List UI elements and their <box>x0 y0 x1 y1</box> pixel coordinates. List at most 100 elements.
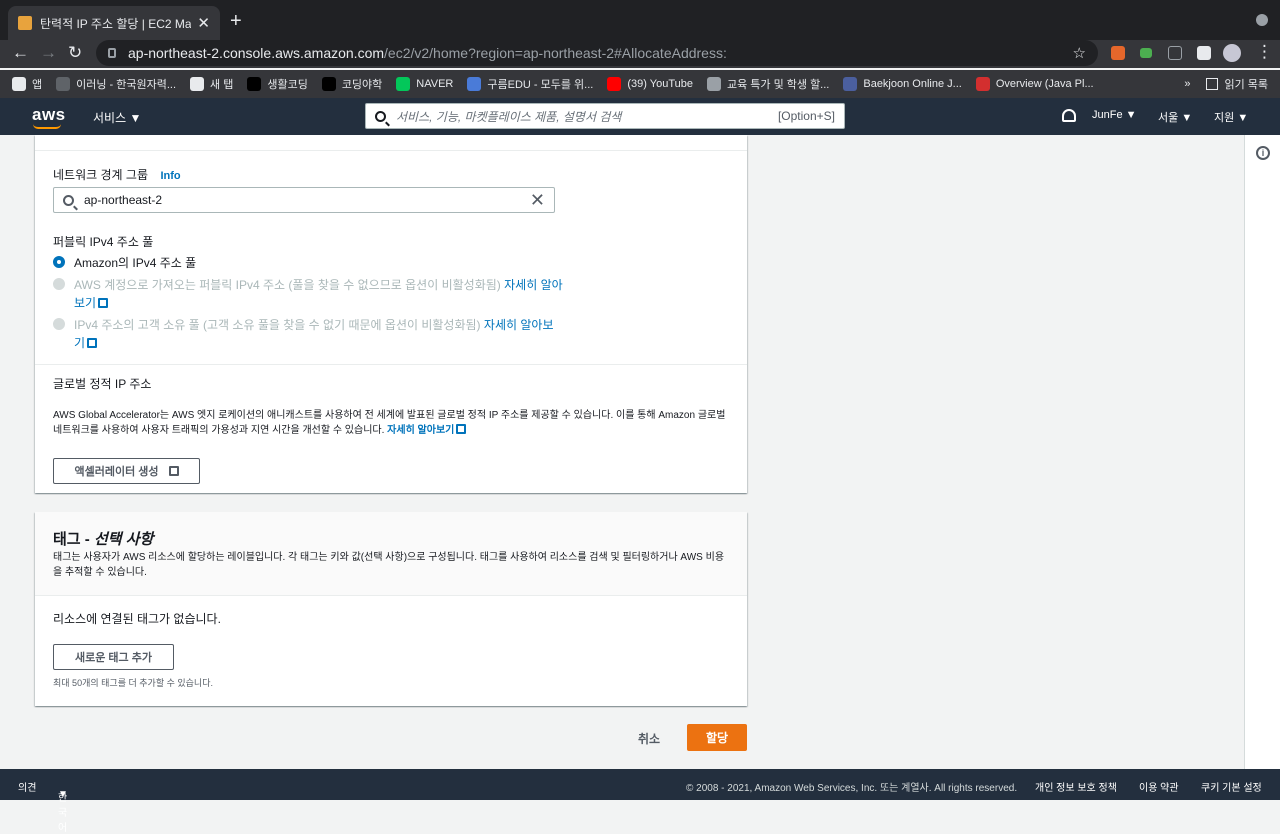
radio-label: Amazon의 IPv4 주소 풀 <box>74 256 197 270</box>
back-icon[interactable]: ← <box>12 43 29 63</box>
bookmark-label: (39) YouTube <box>627 78 693 90</box>
radio-text: IPv4 주소의 고객 소유 풀 (고객 소유 풀을 찾을 수 없기 때문에 옵… <box>74 318 481 332</box>
reading-list-link[interactable]: 읽기 목록 <box>1224 76 1268 92</box>
bookmark-item[interactable]: 코딩야학 <box>321 76 382 92</box>
tags-title-text: 태그 - <box>53 531 94 548</box>
bookmark-favicon-icon <box>12 77 26 91</box>
bookmark-item[interactable]: NAVER <box>396 77 453 91</box>
tab-search-icon[interactable] <box>1256 14 1268 26</box>
bookmark-item[interactable]: Overview (Java Pl... <box>975 77 1094 91</box>
bookmark-item[interactable]: 이러닝 - 한국원자력... <box>56 76 176 92</box>
tags-panel: 태그 - 선택 사항 태그는 사용자가 AWS 리소스에 할당하는 레이블입니다… <box>35 512 747 706</box>
cancel-button[interactable]: 취소 <box>638 730 660 747</box>
aws-top-nav: aws 서비스 ▼ 서비스, 기능, 마켓플레이스 제품, 설명서 검색 [Op… <box>0 98 1280 135</box>
reading-list-icon <box>1206 78 1219 90</box>
ipv4-pool-label: 퍼블릭 IPv4 주소 풀 <box>53 235 154 249</box>
radio-label: AWS 계정으로 가져오는 퍼블릭 IPv4 주소 (풀을 찾을 수 없으므로 … <box>74 276 564 312</box>
console-footer: 의견 한국어 ▼ © 2008 - 2021, Amazon Web Servi… <box>0 769 1280 834</box>
bookmark-favicon-icon <box>321 77 336 91</box>
no-tags-message: 리소스에 연결된 태그가 없습니다. <box>53 612 221 626</box>
browser-menu-icon[interactable]: ⋮ <box>1256 42 1273 62</box>
new-tab-icon[interactable]: + <box>230 10 242 32</box>
divider <box>35 595 747 596</box>
border-group-input[interactable]: ap-northeast-2 ✕ <box>53 187 555 213</box>
radio-text: AWS 계정으로 가져오는 퍼블릭 IPv4 주소 (풀을 찾을 수 없으므로 … <box>74 278 501 292</box>
clear-icon[interactable]: ✕ <box>530 191 545 209</box>
bookmark-favicon-icon <box>190 77 205 91</box>
feedback-link[interactable]: 의견 <box>18 779 36 794</box>
bookmark-label: 새 탭 <box>210 79 234 91</box>
support-menu[interactable]: 지원 ▼ <box>1214 109 1248 125</box>
profile-avatar[interactable] <box>1223 44 1241 62</box>
allocate-button[interactable]: 할당 <box>687 724 747 751</box>
divider <box>35 150 747 151</box>
tags-title-optional: 선택 사항 <box>93 531 154 548</box>
aws-logo-smile <box>33 124 61 129</box>
caret-down-icon: ▼ <box>129 111 142 125</box>
console-search[interactable]: 서비스, 기능, 마켓플레이스 제품, 설명서 검색 [Option+S] <box>365 103 845 129</box>
bookmark-item[interactable]: 앱 <box>12 76 42 92</box>
bookmark-favicon-icon <box>247 77 262 91</box>
external-link-icon <box>168 466 179 476</box>
aws-logo[interactable]: aws <box>32 105 66 125</box>
radio-disabled-icon <box>53 318 65 330</box>
region-menu[interactable]: 서울 ▼ <box>1158 109 1192 125</box>
cookie-preferences-link[interactable]: 쿠키 기본 설정 <box>1201 779 1262 794</box>
button-label: 할당 <box>705 731 729 745</box>
bookmark-favicon-icon <box>843 77 858 91</box>
network-settings-panel: 네트워크 경계 그룹 Info ap-northeast-2 ✕ 퍼블릭 IPv… <box>35 135 747 493</box>
bookmark-item[interactable]: Baekjoon Online J... <box>843 77 962 91</box>
search-icon <box>63 194 74 206</box>
bookmark-item[interactable]: 생활코딩 <box>247 76 308 92</box>
bookmark-label: NAVER <box>416 78 454 90</box>
global-accelerator-description: AWS Global Accelerator는 AWS 엣지 로케이션의 애니캐… <box>53 408 733 438</box>
info-link[interactable]: Info <box>160 170 180 182</box>
account-menu[interactable]: JunFe ▼ <box>1092 109 1137 121</box>
add-tag-button[interactable]: 새로운 태그 추가 <box>53 644 174 670</box>
forward-icon[interactable]: → <box>40 43 57 63</box>
services-menu[interactable]: 서비스 ▼ <box>93 109 141 126</box>
support-label: 지원 <box>1214 112 1235 124</box>
url-path: /ec2/v2/home?region=ap-northeast-2#Alloc… <box>384 45 727 61</box>
create-accelerator-button[interactable]: 액셀러레이터 생성 <box>53 458 200 484</box>
extension-icon[interactable] <box>1140 48 1152 58</box>
bookmark-favicon-icon <box>975 77 990 91</box>
url-host: ap-northeast-2.console.aws.amazon.com <box>128 45 385 61</box>
address-bar[interactable]: ap-northeast-2.console.aws.amazon.com /e… <box>96 40 1098 66</box>
external-link-icon <box>87 338 98 348</box>
radio-customer-owned-pool[interactable]: IPv4 주소의 고객 소유 풀 (고객 소유 풀을 찾을 수 없기 때문에 옵… <box>53 316 564 352</box>
bookmark-favicon-icon <box>707 77 721 91</box>
bookmark-favicon-icon <box>467 77 482 91</box>
radio-byoip-pool[interactable]: AWS 계정으로 가져오는 퍼블릭 IPv4 주소 (풀을 찾을 수 없으므로 … <box>53 276 564 312</box>
bookmark-star-icon[interactable]: ☆ <box>1073 44 1086 62</box>
bookmark-item[interactable]: (39) YouTube <box>607 77 693 91</box>
bookmark-item[interactable]: 구름EDU - 모두를 위... <box>467 76 593 92</box>
radio-amazon-pool[interactable]: Amazon의 IPv4 주소 풀 <box>53 254 564 272</box>
notifications-bell-icon[interactable] <box>1062 109 1076 122</box>
browser-tab[interactable]: 탄력적 IP 주소 할당 | EC2 Manage ✕ <box>8 6 220 40</box>
bookmark-favicon-icon <box>396 77 411 91</box>
browser-tabstrip: 탄력적 IP 주소 할당 | EC2 Manage ✕ + <box>0 0 1280 40</box>
info-icon[interactable]: i <box>1256 146 1270 160</box>
puzzle-icon[interactable] <box>1197 46 1211 60</box>
extension-icon[interactable] <box>1111 46 1125 60</box>
bookmark-item[interactable]: 교육 특가 및 학생 할... <box>707 76 829 92</box>
terms-link[interactable]: 이용 약관 <box>1139 779 1179 794</box>
bookmark-item[interactable]: 새 탭 <box>190 76 233 92</box>
learn-more-link[interactable]: 자세히 알아보기 <box>387 425 454 436</box>
bookmark-label: 교육 특가 및 학생 할... <box>727 79 830 91</box>
close-tab-icon[interactable]: ✕ <box>197 14 210 32</box>
services-label: 서비스 <box>93 111 127 125</box>
bookmark-label: 구름EDU - 모두를 위... <box>487 79 594 91</box>
bookmarks-overflow[interactable]: » <box>1184 78 1190 90</box>
search-icon <box>375 110 386 122</box>
tab-title: 탄력적 IP 주소 할당 | EC2 Manage <box>40 16 192 31</box>
reload-icon[interactable]: ↻ <box>68 43 82 63</box>
tags-title: 태그 - 선택 사항 <box>53 528 153 549</box>
extension-icon[interactable] <box>1168 46 1182 60</box>
search-placeholder: 서비스, 기능, 마켓플레이스 제품, 설명서 검색 <box>396 109 622 124</box>
radio-selected-icon[interactable] <box>53 256 65 268</box>
browser-toolbar: ← → ↻ ap-northeast-2.console.aws.amazon.… <box>0 40 1280 68</box>
border-group-value: ap-northeast-2 <box>84 193 163 207</box>
privacy-link[interactable]: 개인 정보 보호 정책 <box>1035 779 1117 794</box>
